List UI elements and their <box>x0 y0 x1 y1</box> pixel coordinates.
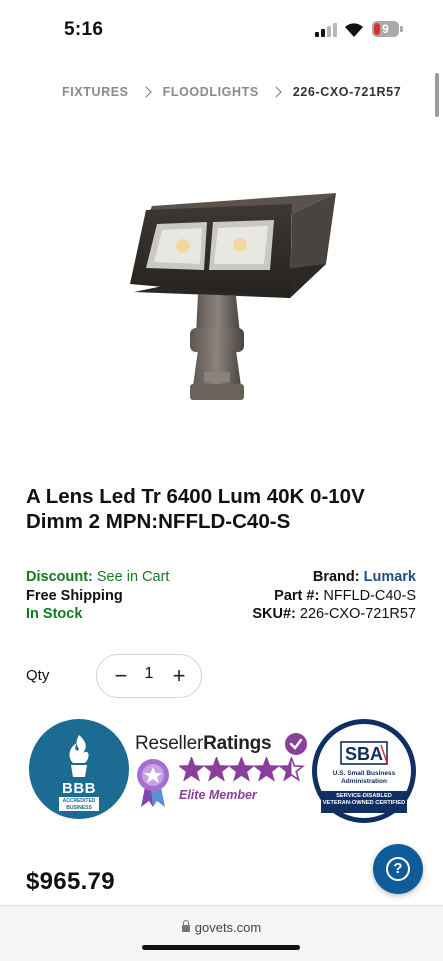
breadcrumb-current: 226-CXO-721R57 <box>292 85 402 99</box>
help-icon: ? <box>386 857 410 881</box>
sba-certified-badge[interactable]: SBA U.S. Small Business Administration S… <box>312 719 416 823</box>
sku-number: 226-CXO-721R57 <box>299 606 416 622</box>
qty-label: Qty <box>26 667 50 684</box>
battery-icon: 9 <box>372 21 403 37</box>
help-button[interactable]: ? <box>373 844 423 894</box>
browser-address-bar[interactable]: govets.com <box>0 905 443 961</box>
breadcrumb-fixtures[interactable]: FIXTURES <box>60 85 131 99</box>
wifi-icon <box>345 23 363 37</box>
product-title: A Lens Led Tr 6400 Lum 40K 0-10V Dimm 2 … <box>26 485 365 533</box>
chevron-right-icon <box>270 86 282 98</box>
product-image[interactable] <box>112 188 337 413</box>
lock-icon <box>181 920 190 932</box>
rating-stars <box>179 757 305 782</box>
rating-star-fill <box>255 758 278 780</box>
svg-text:SBA: SBA <box>345 744 383 764</box>
home-indicator[interactable] <box>142 945 300 950</box>
breadcrumb: FIXTURES FLOODLIGHTS 226-CXO-721R57 <box>60 84 403 100</box>
stock-status: In Stock <box>26 606 83 622</box>
bbb-accredited-badge[interactable]: BBB ACCREDITED BUSINESS <box>29 719 129 819</box>
breadcrumb-floodlights[interactable]: FLOODLIGHTS <box>161 85 261 99</box>
scrollbar-thumb[interactable] <box>435 73 439 117</box>
product-price: $965.79 <box>26 868 115 895</box>
elite-medal-icon <box>137 759 169 807</box>
rating-star-fill <box>205 758 228 780</box>
elite-member-label: Elite Member <box>179 788 257 802</box>
shipping-text: Free Shipping <box>26 587 123 604</box>
increment-button[interactable]: + <box>167 663 191 689</box>
rating-star-fill <box>180 758 203 780</box>
status-time: 5:16 <box>64 19 104 40</box>
verified-check-icon <box>285 733 307 755</box>
discount-label: Discount: <box>26 569 93 585</box>
quantity-stepper: − 1 + <box>96 654 202 698</box>
cellular-signal-icon <box>315 21 337 37</box>
brand-link[interactable]: Lumark <box>364 569 416 585</box>
reseller-ratings-title: ResellerRatings <box>135 733 272 754</box>
part-number: NFFLD-C40-S <box>323 587 416 604</box>
sba-logo: SBA <box>340 741 388 765</box>
part-label: Part #: <box>274 587 320 604</box>
product-availability: Discount: See in Cart Free Shipping In S… <box>26 568 169 624</box>
reseller-ratings-badge[interactable]: ResellerRatings Elite Member <box>133 733 311 809</box>
page-url: govets.com <box>194 920 262 935</box>
decrement-button[interactable]: − <box>109 663 133 689</box>
status-bar: 5:16 9 <box>0 0 443 60</box>
discount-link[interactable]: See in Cart <box>97 569 170 585</box>
sba-agency-label: U.S. Small Business Administration <box>332 770 396 785</box>
quantity-value[interactable]: 1 <box>137 665 161 683</box>
chevron-right-icon <box>139 86 152 98</box>
brand-label: Brand: <box>312 569 360 585</box>
product-identifiers: Brand: Lumark Part #: NFFLD-C40-S SKU#: … <box>252 568 416 624</box>
bbb-label: BBB <box>62 780 96 797</box>
bbb-accredited-label: ACCREDITED BUSINESS <box>59 797 99 811</box>
sba-certification-label: SERVICE-DISABLED VETERAN-OWNED CERTIFIED <box>321 791 407 813</box>
bbb-torch-icon <box>69 735 89 777</box>
sku-label: SKU#: <box>252 606 296 622</box>
rating-star-fill <box>230 758 253 780</box>
battery-level: 9 <box>382 22 389 36</box>
